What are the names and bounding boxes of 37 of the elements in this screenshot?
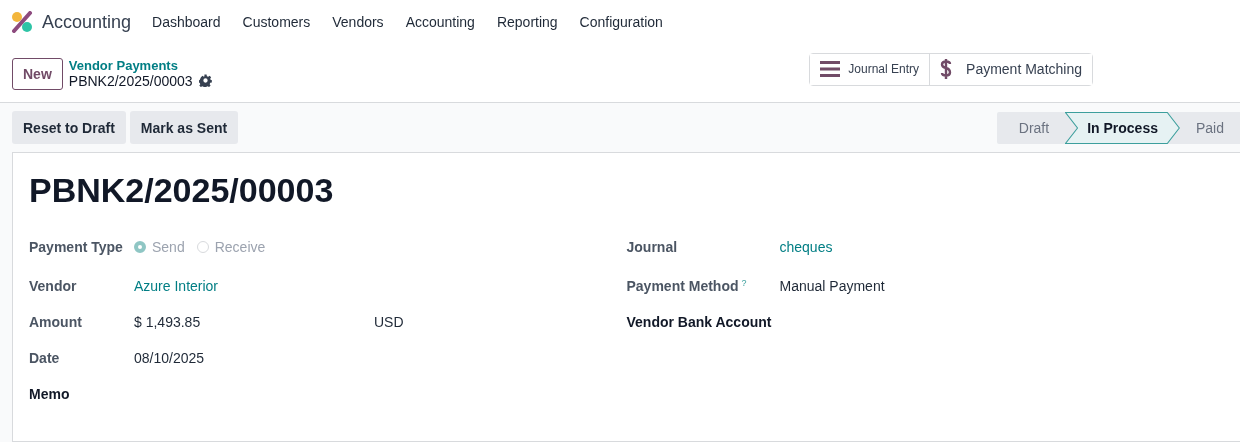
menu-item[interactable]: Vendors bbox=[332, 14, 384, 30]
currency-value: USD bbox=[374, 314, 404, 330]
field-value: Manual Payment bbox=[779, 278, 885, 294]
record-title: PBNK2/2025/00003 bbox=[29, 171, 335, 210]
field-label: Memo bbox=[29, 386, 70, 402]
menu-item[interactable]: Configuration bbox=[579, 14, 663, 30]
field-link[interactable]: Azure Interior bbox=[134, 278, 219, 294]
field-value: $ 1,493.85 bbox=[134, 314, 202, 330]
field-label: Date bbox=[29, 350, 61, 366]
dollar-icon bbox=[940, 58, 953, 80]
stage-button[interactable]: Draft bbox=[1002, 111, 1066, 144]
stage-button[interactable]: Paid bbox=[1179, 111, 1240, 144]
list-icon bbox=[820, 61, 841, 77]
field-label: Amount bbox=[29, 314, 83, 330]
field-label: Vendor bbox=[29, 278, 78, 294]
menu-item[interactable]: Dashboard bbox=[152, 14, 221, 30]
settings-icon[interactable] bbox=[198, 74, 212, 87]
field-label: Payment Type bbox=[29, 239, 124, 255]
field-label: Journal bbox=[626, 239, 678, 255]
field-label: Vendor Bank Account bbox=[626, 314, 772, 330]
new-button[interactable]: New bbox=[12, 57, 63, 90]
action-button[interactable]: Mark as Sent bbox=[129, 111, 239, 144]
smart-button[interactable]: Journal Entry bbox=[810, 53, 931, 85]
field-link[interactable]: cheques bbox=[779, 239, 833, 255]
stage-button[interactable]: In Process bbox=[1065, 111, 1180, 144]
action-button[interactable]: Reset to Draft bbox=[12, 111, 126, 144]
breadcrumb-link[interactable]: Vendor Payments bbox=[68, 57, 212, 73]
record-name: PBNK2/2025/00003 bbox=[68, 72, 193, 89]
menu-item[interactable]: Customers bbox=[242, 14, 311, 30]
field-value: 08/10/2025 bbox=[134, 350, 205, 366]
field-label: Payment Method bbox=[626, 278, 739, 294]
app-logo-icon[interactable] bbox=[11, 11, 33, 33]
radio-option: Send bbox=[134, 239, 185, 255]
radio-option: Receive bbox=[196, 239, 266, 255]
menu-item[interactable]: Reporting bbox=[496, 14, 558, 30]
app-name[interactable]: Accounting bbox=[42, 11, 132, 33]
menu-item[interactable]: Accounting bbox=[405, 14, 475, 30]
